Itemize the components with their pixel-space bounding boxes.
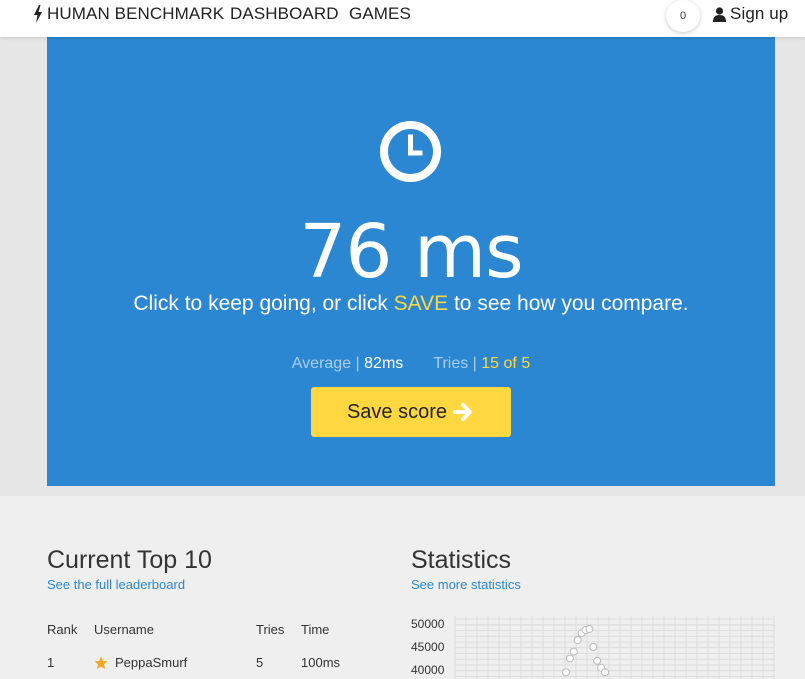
y-tick-label: 40000: [411, 663, 445, 677]
stats-line: Average | 82ms Tries | 15 of 5: [47, 354, 775, 374]
header-tries: Tries: [256, 622, 285, 637]
average-separator: |: [351, 355, 365, 372]
row-username: PeppaSmurf: [115, 655, 188, 670]
nav-games-link[interactable]: GAMES: [349, 4, 411, 24]
chart-point: [585, 625, 594, 634]
y-tick-label: 50000: [411, 617, 445, 631]
leaderboard-table: Rank Username Tries Time 1 PeppaSmurf 5 …: [47, 622, 367, 679]
row-time: 100ms: [301, 655, 341, 670]
user-icon: [713, 6, 726, 22]
row-username-cell[interactable]: PeppaSmurf: [94, 655, 187, 670]
lower-section: Current Top 10 See the full leaderboard …: [0, 496, 805, 679]
top-navbar: HUMAN BENCHMARK DASHBOARD GAMES 0 Sign u…: [0, 0, 805, 37]
table-header-row: Rank Username Tries Time: [47, 622, 367, 655]
star-icon: [94, 656, 108, 669]
tries-label: Tries: [433, 355, 469, 372]
header-rank: Rank: [47, 622, 78, 637]
tries-separator: |: [468, 355, 482, 372]
reaction-test-area[interactable]: 76 ms Click to keep going, or click SAVE…: [47, 37, 775, 486]
header-time: Time: [301, 622, 330, 637]
full-leaderboard-link[interactable]: See the full leaderboard: [47, 577, 185, 592]
row-rank: 1: [47, 655, 55, 670]
chart-point: [573, 636, 582, 645]
arrow-right-icon: [453, 403, 473, 421]
row-tries: 5: [256, 655, 264, 670]
chart-point: [562, 668, 570, 677]
tries-value: 15 of 5: [481, 355, 531, 372]
sign-up-link[interactable]: Sign up: [713, 4, 788, 24]
chart-point: [601, 668, 609, 677]
chart-point: [569, 647, 578, 656]
statistics-title: Statistics: [411, 546, 512, 574]
instruction-message: Click to keep going, or click SAVE to se…: [47, 291, 775, 317]
notification-count-badge[interactable]: 0: [666, 0, 700, 32]
chart-point: [565, 654, 574, 663]
leaderboard-title: Current Top 10: [47, 546, 212, 574]
brand-label: HUMAN BENCHMARK: [47, 4, 225, 23]
more-statistics-link[interactable]: See more statistics: [411, 577, 521, 592]
table-row: 1 PeppaSmurf 5 100ms: [47, 655, 367, 679]
chart-point: [593, 656, 602, 665]
message-prefix: Click to keep going, or click: [133, 292, 394, 315]
nav-dashboard-link[interactable]: DASHBOARD: [230, 4, 339, 24]
message-save-highlight: SAVE: [393, 292, 449, 315]
average-value: 82ms: [364, 355, 404, 372]
lightning-bolt-icon: [34, 5, 42, 23]
average-label: Average: [291, 355, 352, 372]
save-score-button[interactable]: Save score: [311, 387, 511, 437]
message-suffix: to see how you compare.: [448, 292, 689, 315]
header-username: Username: [94, 622, 154, 637]
save-score-label: Save score: [346, 400, 448, 423]
chart-point: [589, 643, 598, 651]
statistics-chart: 50000 45000 40000: [411, 616, 775, 679]
y-tick-label: 45000: [411, 640, 445, 654]
chart-grid: [454, 616, 775, 679]
reaction-time-result: 76 ms: [299, 209, 523, 295]
clock-icon: [380, 121, 441, 182]
brand-link[interactable]: HUMAN BENCHMARK: [33, 4, 224, 24]
sign-up-label: Sign up: [730, 4, 789, 23]
